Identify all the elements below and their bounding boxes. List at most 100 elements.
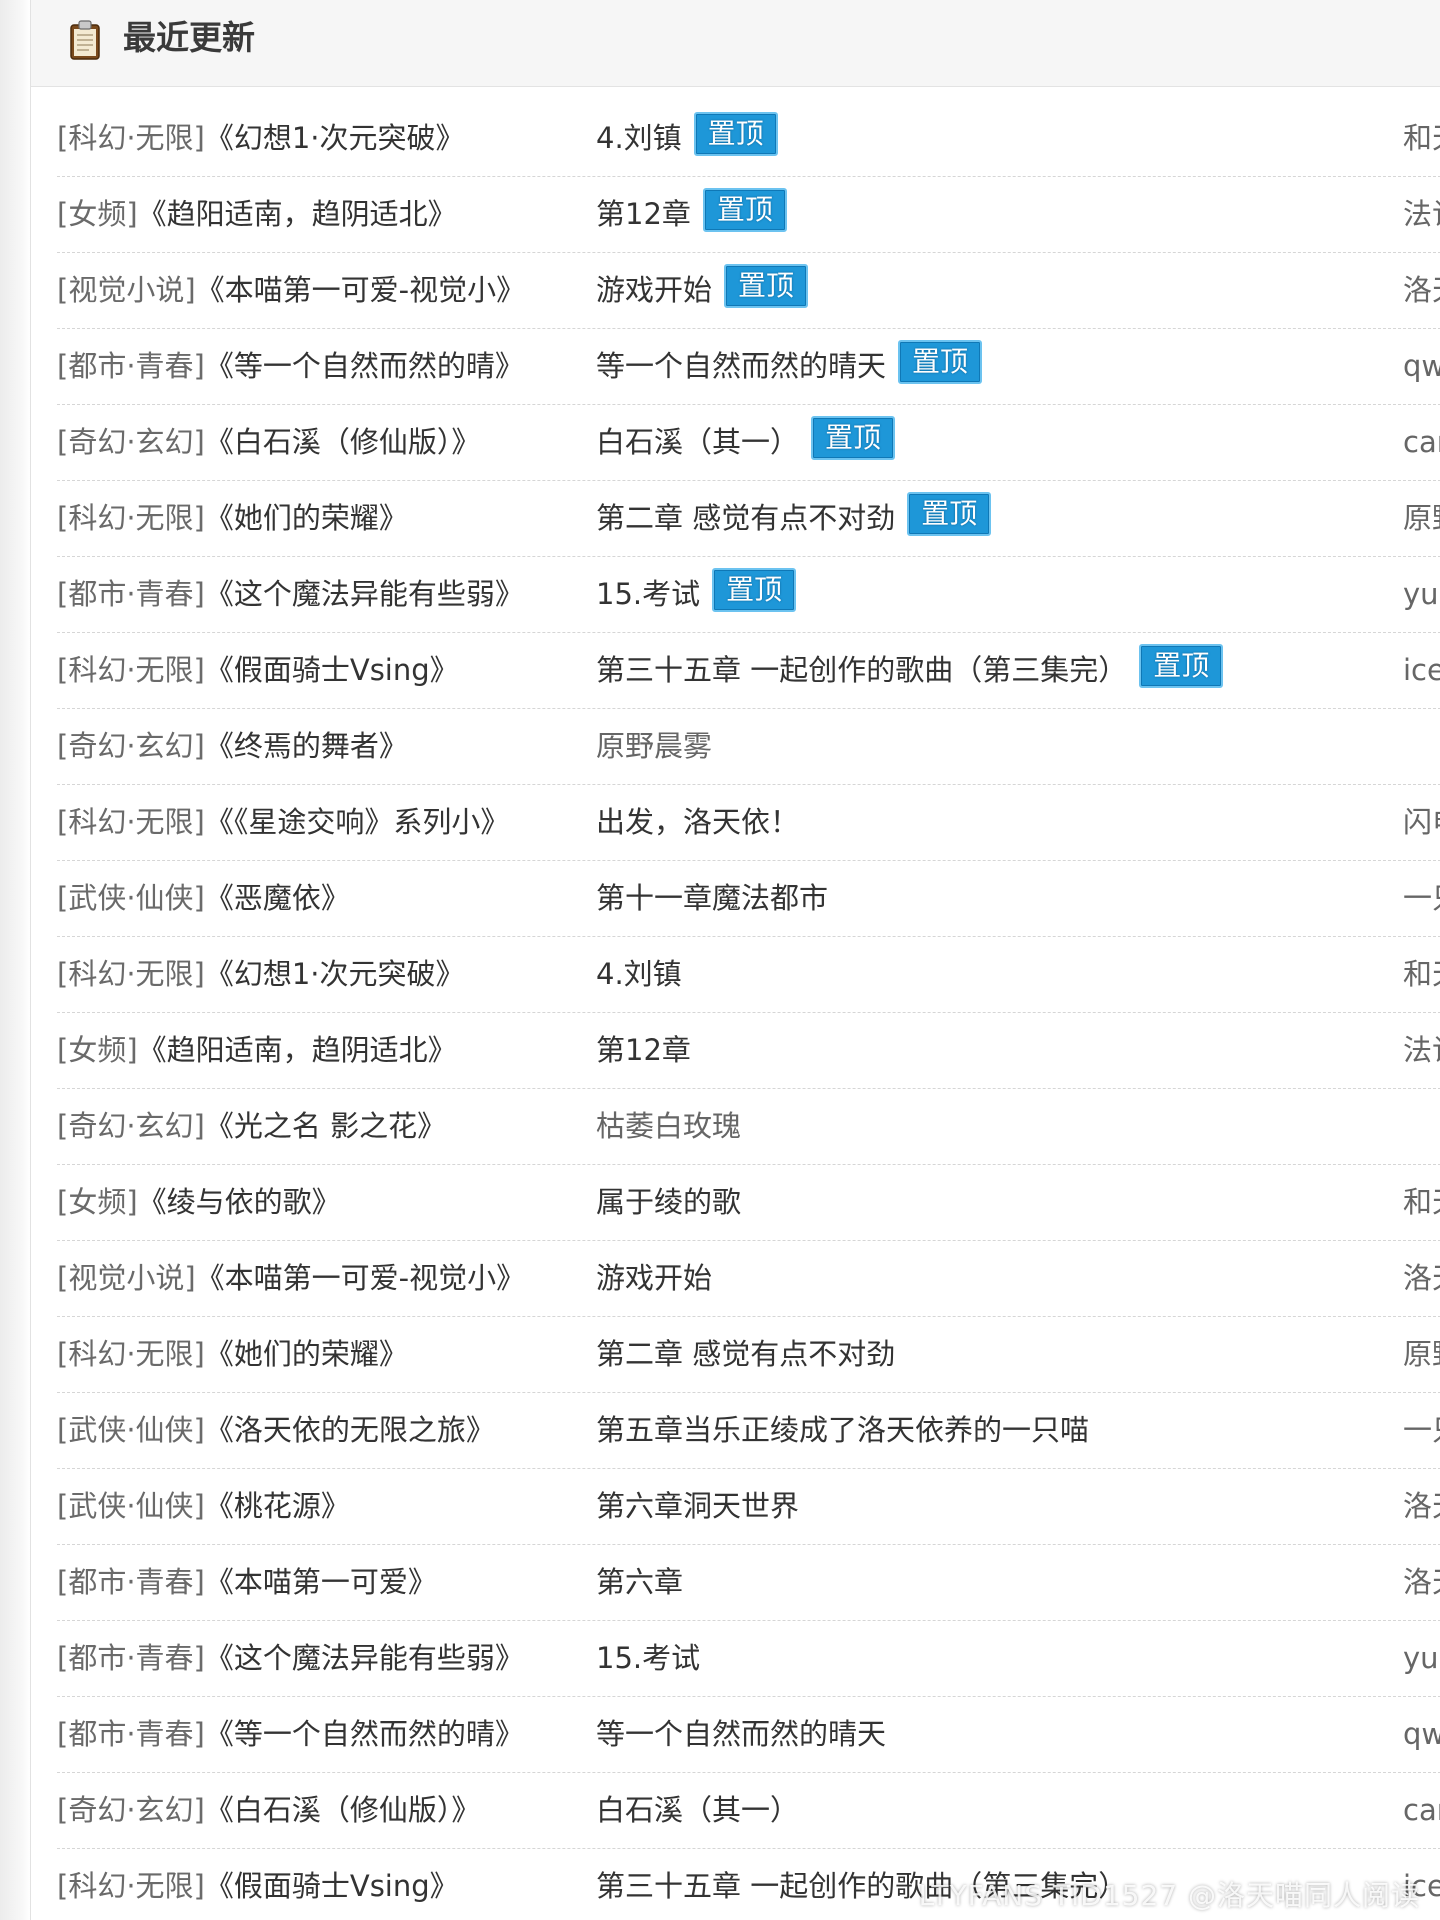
chapter-title[interactable]: 游戏开始 xyxy=(596,1261,712,1295)
chapter-link[interactable]: 等一个自然而然的晴天 xyxy=(596,1697,886,1772)
book-link[interactable]: [奇幻·玄幻]《终焉的舞者》 xyxy=(57,709,577,784)
book-title[interactable]: 《趋阳适南，趋阴适北》 xyxy=(138,1033,457,1067)
book-link[interactable]: [武侠·仙侠]《恶魔依》 xyxy=(57,861,577,936)
book-title[interactable]: 《本喵第一可爱-视觉小》 xyxy=(196,1261,525,1295)
author-link[interactable]: 法记 xyxy=(1403,1013,1440,1088)
chapter-title[interactable]: 白石溪（其一） xyxy=(596,1793,799,1827)
chapter-link[interactable]: 第12章 xyxy=(596,1013,691,1088)
author-link[interactable]: 法记 xyxy=(1403,177,1440,252)
chapter-link[interactable]: 第六章 xyxy=(596,1545,683,1620)
author-link[interactable]: 和天 xyxy=(1403,101,1440,176)
author-link[interactable]: 洛天 xyxy=(1403,1241,1440,1316)
book-title[interactable]: 《她们的荣耀》 xyxy=(205,501,408,535)
book-link[interactable]: [奇幻·玄幻]《白石溪（修仙版）》 xyxy=(57,1773,577,1848)
book-link[interactable]: [奇幻·玄幻]《白石溪（修仙版）》 xyxy=(57,405,577,480)
book-link[interactable]: [都市·青春]《等一个自然而然的晴》 xyxy=(57,329,577,404)
book-title[interactable]: 《白石溪（修仙版）》 xyxy=(205,425,481,459)
chapter-link[interactable]: 白石溪（其一） xyxy=(596,1773,799,1848)
chapter-title[interactable]: 第六章洞天世界 xyxy=(596,1489,799,1523)
author-name[interactable]: 枯萎白玫瑰 xyxy=(596,1109,741,1143)
book-link[interactable]: [武侠·仙侠]《桃花源》 xyxy=(57,1469,577,1544)
chapter-link[interactable]: 白石溪（其一） 置顶 xyxy=(596,405,896,480)
book-link[interactable]: [女频]《趋阳适南，趋阴适北》 xyxy=(57,1013,577,1088)
chapter-link[interactable]: 第十一章魔法都市 xyxy=(596,861,828,936)
chapter-link[interactable]: 4.刘镇 置顶 xyxy=(596,101,778,176)
chapter-title[interactable]: 第12章 xyxy=(596,1033,691,1067)
chapter-link[interactable]: 游戏开始 xyxy=(596,1241,712,1316)
author-link[interactable]: 闪电 xyxy=(1403,785,1440,860)
author-link[interactable] xyxy=(1403,709,1440,784)
chapter-link[interactable]: 第12章 置顶 xyxy=(596,177,787,252)
book-link[interactable]: [视觉小说]《本喵第一可爱-视觉小》 xyxy=(57,253,577,328)
chapter-title[interactable]: 第三十五章 一起创作的歌曲（第三集完） xyxy=(596,653,1127,687)
book-title[interactable]: 《绫与依的歌》 xyxy=(138,1185,341,1219)
chapter-link[interactable]: 游戏开始 置顶 xyxy=(596,253,809,328)
author-link[interactable]: yusi4 xyxy=(1403,557,1440,632)
book-title[interactable]: 《等一个自然而然的晴》 xyxy=(205,1717,524,1751)
chapter-link[interactable]: 第二章 感觉有点不对劲 置顶 xyxy=(596,481,992,556)
author-link[interactable]: qwq. xyxy=(1403,1697,1440,1772)
book-link[interactable]: [科幻·无限]《幻想1·次元突破》 xyxy=(57,101,577,176)
chapter-title[interactable]: 出发，洛天依！ xyxy=(596,805,799,839)
author-link[interactable]: 洛天 xyxy=(1403,1469,1440,1544)
chapter-title[interactable]: 4.刘镇 xyxy=(596,957,682,991)
book-title[interactable]: 《白石溪（修仙版）》 xyxy=(205,1793,481,1827)
book-title[interactable]: 《假面骑士Vsing》 xyxy=(205,653,459,687)
author-link[interactable]: icerit xyxy=(1403,633,1440,708)
author-link[interactable]: 枯萎白玫瑰 xyxy=(596,1089,741,1164)
chapter-link[interactable]: 第三十五章 一起创作的歌曲（第三集完） 置顶 xyxy=(596,633,1224,708)
book-link[interactable]: [都市·青春]《等一个自然而然的晴》 xyxy=(57,1697,577,1772)
book-link[interactable]: [都市·青春]《这个魔法异能有些弱》 xyxy=(57,1621,577,1696)
book-title[interactable]: 《幻想1·次元突破》 xyxy=(205,957,465,991)
book-title[interactable]: 《这个魔法异能有些弱》 xyxy=(205,1641,524,1675)
chapter-title[interactable]: 等一个自然而然的晴天 xyxy=(596,349,886,383)
author-link[interactable] xyxy=(1403,1089,1440,1164)
book-link[interactable]: [武侠·仙侠]《洛天依的无限之旅》 xyxy=(57,1393,577,1468)
book-title[interactable]: 《恶魔依》 xyxy=(205,881,350,915)
book-link[interactable]: [女频]《趋阳适南，趋阴适北》 xyxy=(57,177,577,252)
book-link[interactable]: [科幻·无限]《假面骑士Vsing》 xyxy=(57,633,577,708)
book-title[interactable]: 《这个魔法异能有些弱》 xyxy=(205,577,524,611)
chapter-link[interactable]: 出发，洛天依！ xyxy=(596,785,799,860)
chapter-link[interactable]: 属于绫的歌 xyxy=(596,1165,741,1240)
chapter-title[interactable]: 15.考试 xyxy=(596,577,700,611)
chapter-title[interactable]: 第六章 xyxy=(596,1565,683,1599)
chapter-link[interactable]: 第五章当乐正绫成了洛天依养的一只喵 xyxy=(596,1393,1089,1468)
author-link[interactable]: 原野 xyxy=(1403,481,1440,556)
author-link[interactable]: 原野 xyxy=(1403,1317,1440,1392)
book-title[interactable]: 《她们的荣耀》 xyxy=(205,1337,408,1371)
book-title[interactable]: 《幻想1·次元突破》 xyxy=(205,121,465,155)
chapter-link[interactable]: 15.考试 置顶 xyxy=(596,557,797,632)
book-title[interactable]: 《洛天依的无限之旅》 xyxy=(205,1413,495,1447)
chapter-link[interactable]: 第二章 感觉有点不对劲 xyxy=(596,1317,895,1392)
book-title[interactable]: 《本喵第一可爱》 xyxy=(205,1565,437,1599)
chapter-title[interactable]: 15.考试 xyxy=(596,1641,700,1675)
chapter-title[interactable]: 4.刘镇 xyxy=(596,121,682,155)
book-title[interactable]: 《本喵第一可爱-视觉小》 xyxy=(196,273,525,307)
author-link[interactable]: 一只 xyxy=(1403,861,1440,936)
author-link[interactable]: 洛天 xyxy=(1403,1545,1440,1620)
author-link[interactable]: 洛天 xyxy=(1403,253,1440,328)
chapter-link[interactable]: 15.考试 xyxy=(596,1621,700,1696)
chapter-title[interactable]: 等一个自然而然的晴天 xyxy=(596,1717,886,1751)
author-name[interactable]: 原野晨雾 xyxy=(596,729,712,763)
book-link[interactable]: [女频]《绫与依的歌》 xyxy=(57,1165,577,1240)
book-link[interactable]: [科幻·无限]《幻想1·次元突破》 xyxy=(57,937,577,1012)
book-title[interactable]: 《《星途交响》系列小》 xyxy=(205,805,510,839)
author-link[interactable]: qwq. xyxy=(1403,329,1440,404)
author-link[interactable]: yusi4 xyxy=(1403,1621,1440,1696)
chapter-title[interactable]: 游戏开始 xyxy=(596,273,712,307)
author-link[interactable]: 原野晨雾 xyxy=(596,709,712,784)
book-link[interactable]: [科幻·无限]《她们的荣耀》 xyxy=(57,481,577,556)
book-link[interactable]: [都市·青春]《这个魔法异能有些弱》 xyxy=(57,557,577,632)
author-link[interactable]: carec xyxy=(1403,405,1440,480)
author-link[interactable]: 一只 xyxy=(1403,1393,1440,1468)
chapter-link[interactable]: 等一个自然而然的晴天 置顶 xyxy=(596,329,983,404)
book-link[interactable]: [科幻·无限]《她们的荣耀》 xyxy=(57,1317,577,1392)
book-link[interactable]: [视觉小说]《本喵第一可爱-视觉小》 xyxy=(57,1241,577,1316)
book-link[interactable]: [科幻·无限]《《星途交响》系列小》 xyxy=(57,785,577,860)
chapter-title[interactable]: 第十一章魔法都市 xyxy=(596,881,828,915)
chapter-title[interactable]: 白石溪（其一） xyxy=(596,425,799,459)
author-link[interactable]: 和天 xyxy=(1403,1165,1440,1240)
book-title[interactable]: 《桃花源》 xyxy=(205,1489,350,1523)
